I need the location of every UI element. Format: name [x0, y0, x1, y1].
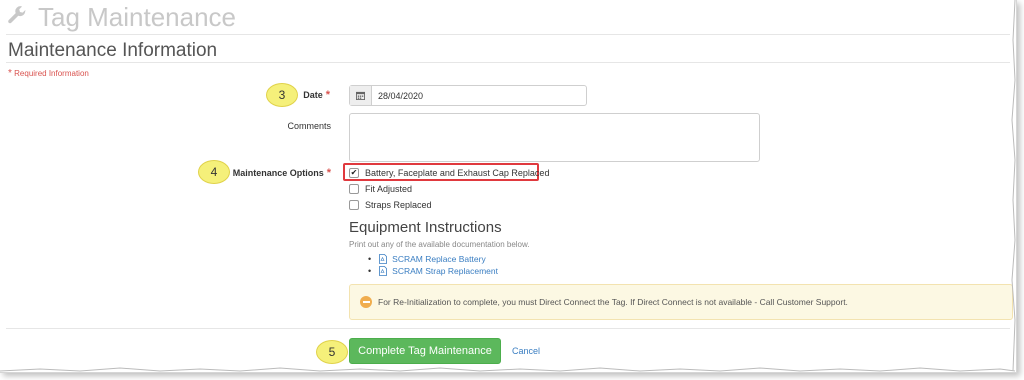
date-label: Date *	[260, 89, 330, 101]
date-field[interactable]	[349, 85, 587, 106]
maintenance-options-label-text: Maintenance Options	[232, 168, 324, 178]
callout-badge: 5	[316, 340, 348, 364]
required-star: *	[326, 167, 331, 179]
option-label: Fit Adjusted	[365, 184, 413, 194]
divider	[6, 328, 1010, 329]
minus-circle-icon	[360, 296, 372, 308]
cancel-link[interactable]: Cancel	[512, 346, 540, 356]
checkbox-checked[interactable]: ✔	[349, 168, 359, 178]
comments-label: Comments	[287, 121, 331, 131]
option-straps-replaced[interactable]: Straps Replaced	[349, 200, 432, 210]
calendar-icon[interactable]	[350, 86, 372, 105]
required-star: *	[325, 89, 330, 101]
wrench-icon	[8, 6, 26, 24]
required-note-text: Required Information	[14, 69, 89, 78]
comments-textarea[interactable]	[349, 113, 760, 162]
option-label: Battery, Faceplate and Exhaust Cap Repla…	[365, 168, 550, 178]
bullet: •	[368, 254, 372, 264]
date-label-text: Date	[303, 90, 323, 100]
page-title: Tag Maintenance	[38, 1, 237, 32]
doc-link-replace-battery[interactable]: • SCRAM Replace Battery	[368, 254, 486, 264]
tag-maintenance-page: Tag Maintenance Maintenance Information …	[0, 0, 1017, 373]
divider	[6, 62, 1010, 63]
equipment-instructions-subtitle: Print out any of the available documenta…	[349, 240, 530, 249]
equipment-instructions-title: Equipment Instructions	[349, 219, 502, 236]
doc-link-label[interactable]: SCRAM Strap Replacement	[392, 266, 498, 276]
pdf-icon	[379, 254, 388, 264]
option-fit-adjusted[interactable]: Fit Adjusted	[349, 184, 412, 194]
warning-alert: For Re-Initialization to complete, you m…	[349, 284, 1013, 320]
bullet: •	[368, 266, 372, 276]
divider	[6, 34, 1010, 35]
doc-link-strap-replacement[interactable]: • SCRAM Strap Replacement	[368, 266, 498, 276]
alert-text: For Re-Initialization to complete, you m…	[378, 297, 848, 307]
section-title: Maintenance Information	[8, 40, 218, 61]
checkbox[interactable]	[349, 200, 359, 210]
option-label: Straps Replaced	[365, 200, 432, 210]
checkbox[interactable]	[349, 184, 359, 194]
page-header: Tag Maintenance	[6, 2, 236, 32]
required-note: * Required Information	[8, 68, 89, 79]
option-battery[interactable]: ✔ Battery, Faceplate and Exhaust Cap Rep…	[349, 168, 549, 178]
date-input[interactable]	[372, 86, 580, 105]
required-star: *	[8, 68, 12, 79]
complete-tag-maintenance-button[interactable]: Complete Tag Maintenance	[349, 338, 501, 364]
pdf-icon	[379, 266, 388, 276]
maintenance-options-label: Maintenance Options *	[226, 167, 331, 179]
doc-link-label[interactable]: SCRAM Replace Battery	[392, 254, 486, 264]
